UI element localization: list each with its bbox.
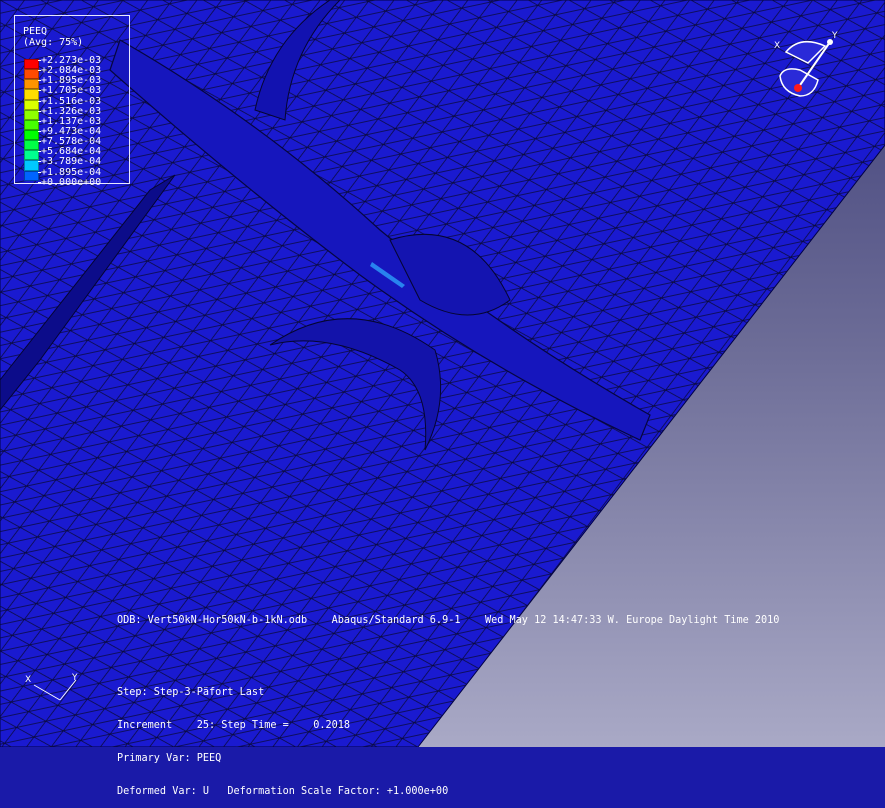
legend-color-swatch — [24, 79, 39, 90]
view-orientation-triad[interactable]: X Y — [770, 30, 842, 108]
csys-y-axis — [59, 679, 77, 701]
legend-averaging: (Avg: 75%) — [23, 37, 84, 48]
legend-value-label: +0.000e+00 — [41, 176, 102, 188]
global-csys-triad: X Y — [20, 670, 90, 710]
legend-color-swatch — [24, 140, 39, 151]
csys-x-label: X — [25, 675, 31, 685]
legend-color-swatch — [24, 119, 39, 130]
deformed-var-line: Deformed Var: U Deformation Scale Factor… — [117, 786, 449, 797]
legend-color-swatch — [24, 89, 39, 100]
primary-var-line: Primary Var: PEEQ — [117, 753, 222, 764]
legend-color-swatch — [24, 59, 39, 70]
view-triad-base — [779, 68, 819, 97]
step-line: Step: Step-3-Päfort Last — [117, 687, 265, 698]
legend-color-swatch — [24, 170, 39, 181]
odb-info-line: ODB: Vert50kN-Hor50kN-b-1kN.odb Abaqus/S… — [117, 615, 780, 626]
view-triad-cap — [784, 40, 827, 64]
view-triad-x-label: X — [774, 41, 780, 51]
increment-line: Increment 25: Step Time = 0.2018 — [117, 720, 351, 731]
legend-color-swatch — [24, 150, 39, 161]
view-triad-y-label: Y — [831, 31, 838, 41]
legend-color-swatch — [24, 160, 39, 171]
legend-title: PEEQ — [23, 26, 48, 37]
legend-color-swatch — [24, 129, 39, 141]
fe-mesh-model[interactable] — [0, 0, 885, 747]
step-info-block: Step: Step-3-Päfort Last Increment 25: S… — [117, 665, 448, 808]
legend-color-swatch — [24, 109, 39, 120]
contour-legend[interactable]: PEEQ (Avg: 75%) +2.273e-03 +2.084e-03 +1.8… — [14, 15, 130, 187]
csys-x-axis — [33, 684, 61, 701]
legend-color-swatch — [24, 69, 39, 80]
mesh-plate-grid — [0, 0, 885, 747]
view-triad-origin-icon — [794, 84, 802, 92]
csys-y-label: Y — [71, 673, 78, 683]
legend-color-swatch — [24, 99, 39, 110]
